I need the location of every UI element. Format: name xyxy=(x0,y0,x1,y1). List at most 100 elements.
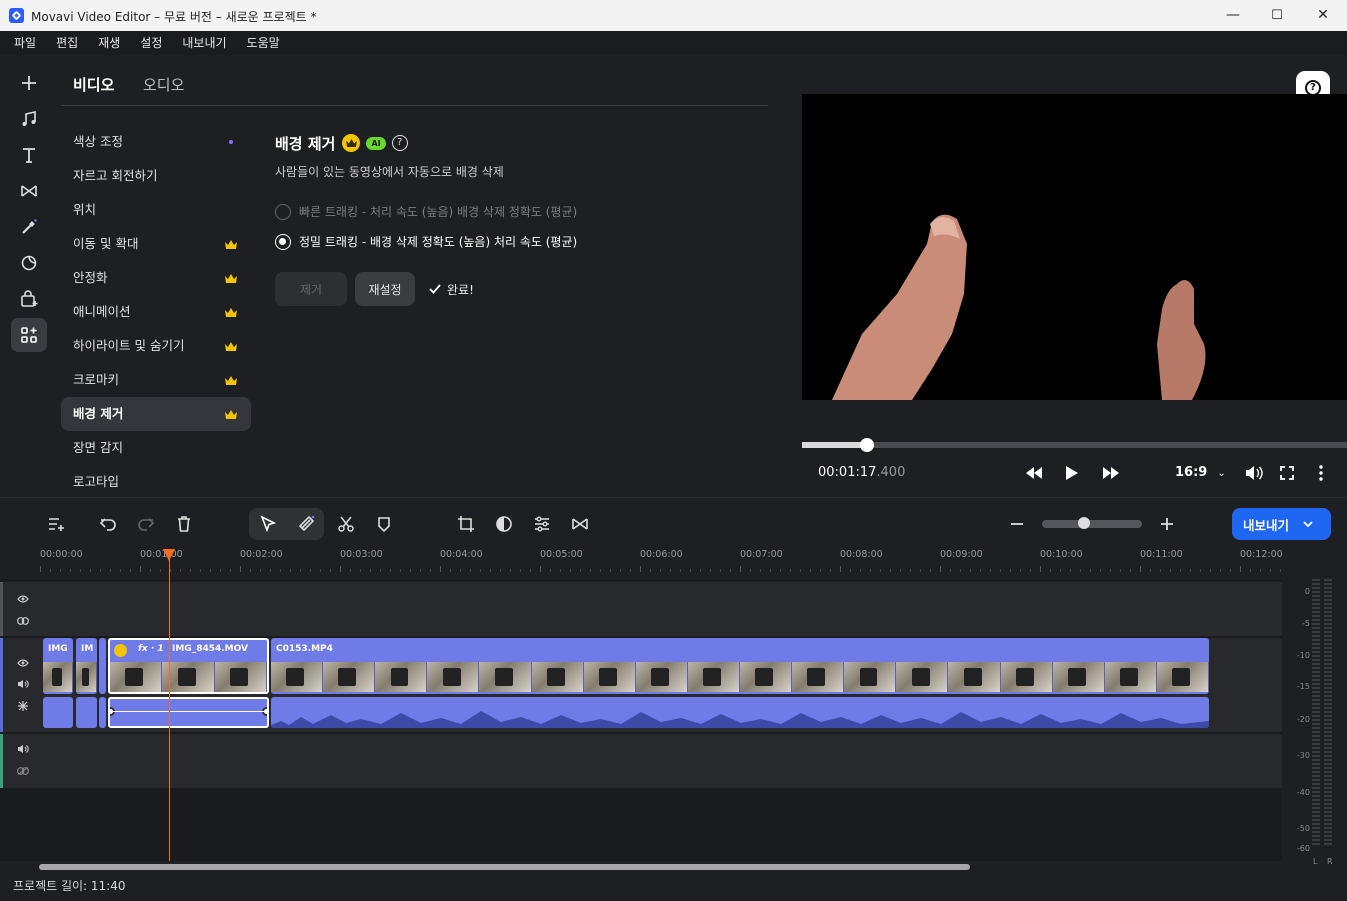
audio-waveform[interactable] xyxy=(99,697,106,728)
video-preview[interactable] xyxy=(802,94,1347,400)
clip-properties-icon[interactable] xyxy=(530,512,554,536)
aspect-ratio-select[interactable]: 16:9 ⌄ xyxy=(1175,465,1226,480)
option-precise-tracking[interactable]: 정밀 트래킹 - 배경 삭제 정확도 (높음) 처리 속도 (평균) xyxy=(275,234,755,250)
option-label: 빠른 트래킹 - 처리 속도 (높음) 배경 삭제 정확도 (평균) xyxy=(299,205,578,219)
category-highlight-conceal[interactable]: 하이라이트 및 숨기기 xyxy=(61,329,251,363)
meter-label: -10 xyxy=(1296,651,1310,660)
fast-forward-icon[interactable] xyxy=(1099,461,1123,485)
add-track-icon[interactable] xyxy=(44,512,68,536)
zoom-in-icon[interactable] xyxy=(1155,512,1179,536)
sticker-icon[interactable] xyxy=(11,246,47,280)
category-pan-zoom[interactable]: 이동 및 확대 xyxy=(61,227,251,261)
undo-icon[interactable] xyxy=(96,512,120,536)
crop-icon[interactable] xyxy=(454,512,478,536)
scrollbar-thumb[interactable] xyxy=(39,864,970,870)
color-adjust-icon[interactable] xyxy=(492,512,516,536)
category-color-adjust[interactable]: 색상 조정 xyxy=(61,125,251,159)
video-clip[interactable]: IM xyxy=(76,638,97,694)
menu-file[interactable]: 파일 xyxy=(14,31,36,55)
speaker-icon[interactable] xyxy=(15,742,31,756)
playhead-handle[interactable] xyxy=(163,549,175,561)
menu-playback[interactable]: 재생 xyxy=(98,31,120,55)
zoom-out-icon[interactable] xyxy=(1005,512,1029,536)
remove-button[interactable]: 제거 xyxy=(275,272,347,306)
add-icon[interactable] xyxy=(11,66,47,100)
ruler-minor-tick xyxy=(360,569,361,572)
timeline-scrollbar[interactable] xyxy=(0,861,1282,873)
seek-bar[interactable] xyxy=(802,438,1347,452)
video-clip[interactable] xyxy=(99,638,106,694)
option-fast-tracking[interactable]: 빠른 트래킹 - 처리 속도 (높음) 배경 삭제 정확도 (평균) xyxy=(275,204,755,220)
help-icon[interactable]: ? xyxy=(391,135,408,151)
category-background-removal[interactable]: 배경 제거 xyxy=(61,397,251,431)
export-button[interactable]: 내보내기 xyxy=(1232,508,1331,540)
timeline-ruler[interactable]: 00:00:00 00:01:00 00:02:00 00:03:00 00:04:00… xyxy=(0,549,1282,579)
category-logotype[interactable]: 로고타입 xyxy=(61,465,251,499)
rewind-icon[interactable] xyxy=(1022,461,1046,485)
maximize-button[interactable]: ☐ xyxy=(1262,4,1292,26)
split-scissors-icon[interactable] xyxy=(334,512,358,536)
category-crop-rotate[interactable]: 자르고 회전하기 xyxy=(61,159,251,193)
main-video-track[interactable]: IMG IM fx · 1 IMG_8454.MOV C0153.MP4 xyxy=(0,638,1282,732)
link-icon[interactable] xyxy=(15,614,31,628)
eye-icon[interactable] xyxy=(15,656,31,670)
more-options-icon[interactable] xyxy=(1309,461,1333,485)
crown-icon xyxy=(225,308,237,317)
video-clip[interactable]: C0153.MP4 xyxy=(271,638,1209,694)
music-icon[interactable] xyxy=(11,102,47,136)
minimize-button[interactable]: — xyxy=(1218,4,1248,26)
more-tools-icon[interactable] xyxy=(11,318,47,352)
marker-icon[interactable] xyxy=(372,512,396,536)
magic-wand-icon[interactable] xyxy=(11,210,47,244)
play-icon[interactable] xyxy=(1060,461,1084,485)
playhead[interactable] xyxy=(163,549,175,861)
selected-video-clip[interactable]: fx · 1 IMG_8454.MOV xyxy=(108,638,269,694)
tab-audio[interactable]: 오디오 xyxy=(143,74,184,95)
premium-crown-icon xyxy=(114,644,127,657)
ruler-tick-label: 00:11:00 xyxy=(1140,549,1183,560)
volume-icon[interactable] xyxy=(1242,461,1266,485)
category-scene-detection[interactable]: 장면 감지 xyxy=(61,431,251,465)
menu-help[interactable]: 도움말 xyxy=(247,31,280,55)
eye-icon[interactable] xyxy=(15,592,31,606)
ruler-minor-tick xyxy=(1010,569,1011,572)
audio-waveform[interactable] xyxy=(43,697,73,728)
unlink-icon[interactable] xyxy=(15,764,31,778)
delete-icon[interactable] xyxy=(172,512,196,536)
clip-thumbnails xyxy=(110,662,267,692)
magnet-tool-icon[interactable] xyxy=(294,512,318,536)
category-chroma-key[interactable]: 크로마키 xyxy=(61,363,251,397)
category-stabilization[interactable]: 안정화 xyxy=(61,261,251,295)
audio-waveform[interactable] xyxy=(271,697,1209,728)
zoom-slider-handle[interactable] xyxy=(1078,517,1090,529)
store-icon[interactable] xyxy=(11,282,47,316)
menu-edit[interactable]: 편집 xyxy=(56,31,78,55)
zoom-slider[interactable] xyxy=(1042,520,1142,528)
audio-waveform[interactable] xyxy=(76,697,97,728)
close-button[interactable]: ✕ xyxy=(1308,4,1338,26)
menu-settings[interactable]: 설정 xyxy=(140,31,162,55)
tab-video[interactable]: 비디오 xyxy=(73,74,114,95)
seek-handle[interactable] xyxy=(860,438,875,452)
video-clip[interactable]: IMG xyxy=(43,638,73,694)
menu-export[interactable]: 내보내기 xyxy=(182,31,226,55)
reset-button[interactable]: 재설정 xyxy=(355,272,415,306)
transition-wizard-icon[interactable] xyxy=(568,512,592,536)
overlay-track[interactable] xyxy=(0,582,1282,636)
ruler-minor-tick xyxy=(850,569,851,572)
category-label: 안정화 xyxy=(73,270,108,285)
fullscreen-icon[interactable] xyxy=(1275,461,1299,485)
audio-track[interactable] xyxy=(0,734,1282,788)
selected-audio-waveform[interactable] xyxy=(108,697,269,728)
category-position[interactable]: 위치 xyxy=(61,193,251,227)
transition-icon[interactable] xyxy=(11,174,47,208)
ruler-minor-tick xyxy=(180,569,181,572)
speaker-icon[interactable] xyxy=(15,677,31,691)
ruler-minor-tick xyxy=(1200,569,1201,572)
category-animation[interactable]: 애니메이션 xyxy=(61,295,251,329)
ruler-minor-tick xyxy=(500,569,501,572)
text-icon[interactable] xyxy=(11,138,47,172)
redo-icon[interactable] xyxy=(134,512,158,536)
track-settings-icon[interactable] xyxy=(15,699,31,713)
select-cursor-icon[interactable] xyxy=(256,512,280,536)
